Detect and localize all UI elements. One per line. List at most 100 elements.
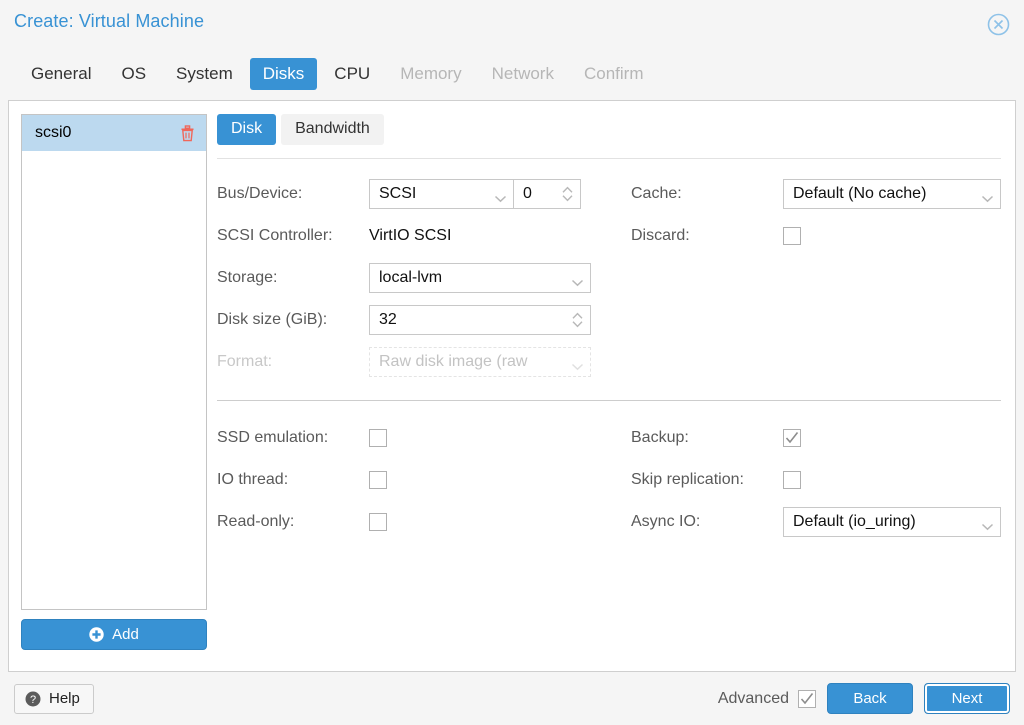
advanced-checkbox[interactable] [798,689,816,708]
add-disk-label: Add [112,626,139,643]
discard-label: Discard: [631,227,690,244]
advanced-toggle[interactable]: Advanced [717,689,816,708]
bus-device-row: Bus/Device: SCSI 0 [217,173,599,215]
subtab-disk[interactable]: Disk [217,114,277,145]
bus-select[interactable]: SCSI [369,179,514,209]
disk-size-row: Disk size (GiB): 32 [217,299,599,341]
backup-checkbox[interactable] [783,429,801,447]
close-icon[interactable] [987,13,1010,36]
chevron-down-icon [571,274,584,287]
disk-list-pane: scsi0 Add [9,101,207,671]
async-io-label: Async IO: [631,513,701,530]
subtab-bandwidth[interactable]: Bandwidth [281,114,384,145]
chevron-down-icon [494,190,507,203]
io-thread-checkbox[interactable] [369,471,387,489]
io-thread-row: IO thread: [217,459,599,501]
settings-column-left: Bus/Device: SCSI 0 SCSI Controller: Virt… [217,173,609,383]
disk-size-value: 32 [379,311,397,328]
backup-row: Backup: [631,417,1001,459]
format-select-value: Raw disk image (raw [379,353,528,370]
tab-os[interactable]: OS [108,58,159,90]
create-vm-dialog: Create: Virtual Machine General OS Syste… [0,0,1024,725]
dialog-footer: ? Help Advanced Back Next [0,672,1024,725]
cache-select[interactable]: Default (No cache) [783,179,1001,209]
ssd-emulation-row: SSD emulation: [217,417,599,459]
checkmark-icon [800,692,814,706]
ssd-emulation-label: SSD emulation: [217,429,329,446]
dialog-body: scsi0 Add Disk Bandwidth Bus/Device: SCS… [8,100,1016,672]
dialog-titlebar: Create: Virtual Machine [0,0,1024,48]
tab-cpu[interactable]: CPU [321,58,383,90]
chevron-down-icon [981,190,994,203]
discard-row: Discard: [631,215,1001,257]
device-number-value: 0 [523,185,532,202]
storage-select[interactable]: local-lvm [369,263,591,293]
settings-column-left-lower: SSD emulation: IO thread: Read-only: [217,417,609,543]
checkmark-icon [785,431,799,445]
spinner-arrows-icon[interactable] [571,311,584,329]
skip-replication-row: Skip replication: [631,459,1001,501]
storage-label: Storage: [217,269,278,286]
settings-column-right-lower: Backup: Skip replication: Async IO: Defa… [609,417,1001,543]
device-number-stepper[interactable]: 0 [514,179,581,209]
format-select: Raw disk image (raw [369,347,591,377]
cache-row: Cache: Default (No cache) [631,173,1001,215]
footer-actions: Advanced Back Next [718,683,1010,714]
list-item[interactable]: scsi0 [22,115,206,151]
backup-label: Backup: [631,429,689,446]
disk-list[interactable]: scsi0 [21,114,207,610]
disk-size-stepper[interactable]: 32 [369,305,591,335]
scsi-controller-value: VirtIO SCSI [369,227,452,244]
bus-select-value: SCSI [379,185,417,202]
tab-disks[interactable]: Disks [249,58,318,90]
wizard-tabs: General OS System Disks CPU Memory Netwo… [0,48,1024,100]
cache-select-value: Default (No cache) [793,185,927,202]
tab-memory: Memory [400,64,462,83]
disk-name: scsi0 [35,124,72,141]
skip-replication-checkbox[interactable] [783,471,801,489]
ssd-emulation-checkbox[interactable] [369,429,387,447]
page-title: Create: Virtual Machine [14,11,205,31]
help-button[interactable]: ? Help [14,683,94,714]
disk-settings-lower: SSD emulation: IO thread: Read-only: Bac… [217,417,1001,543]
io-thread-label: IO thread: [217,471,289,488]
scsi-controller-label: SCSI Controller: [217,227,333,244]
disk-size-label: Disk size (GiB): [217,311,328,328]
subtab-divider [217,158,1001,159]
svg-text:?: ? [30,694,36,706]
async-io-select-value: Default (io_uring) [793,513,916,530]
format-label: Format: [217,353,273,370]
advanced-label: Advanced [717,689,789,707]
skip-replication-label: Skip replication: [631,471,744,488]
plus-circle-icon [89,627,104,642]
help-label: Help [49,690,80,707]
async-io-row: Async IO: Default (io_uring) [631,501,1001,543]
chevron-down-icon [571,358,584,371]
disk-settings-pane: Disk Bandwidth Bus/Device: SCSI 0 SCSI C… [207,101,1015,671]
read-only-label: Read-only: [217,513,295,530]
disk-settings-upper: Bus/Device: SCSI 0 SCSI Controller: Virt… [217,173,1001,383]
storage-select-value: local-lvm [379,269,443,286]
format-row: Format: Raw disk image (raw [217,341,599,383]
add-disk-button[interactable]: Add [21,619,207,650]
back-button[interactable]: Back [827,683,913,714]
next-button[interactable]: Next [924,683,1010,714]
tab-network: Network [491,64,554,83]
bus-device-label: Bus/Device: [217,185,303,202]
disk-subtabs: Disk Bandwidth [217,114,1001,145]
tab-system[interactable]: System [163,58,246,90]
settings-column-right: Cache: Default (No cache) Discard: [609,173,1001,383]
async-io-select[interactable]: Default (io_uring) [783,507,1001,537]
discard-checkbox[interactable] [783,227,801,245]
tab-general[interactable]: General [18,58,104,90]
chevron-down-icon [981,518,994,531]
scsi-controller-row: SCSI Controller: VirtIO SCSI [217,215,599,257]
section-divider [217,400,1001,401]
tab-confirm: Confirm [583,64,644,83]
cache-label: Cache: [631,185,682,202]
spinner-arrows-icon[interactable] [561,185,574,203]
storage-row: Storage: local-lvm [217,257,599,299]
read-only-checkbox[interactable] [369,513,387,531]
trash-icon[interactable] [180,124,195,142]
question-circle-icon: ? [25,691,41,707]
